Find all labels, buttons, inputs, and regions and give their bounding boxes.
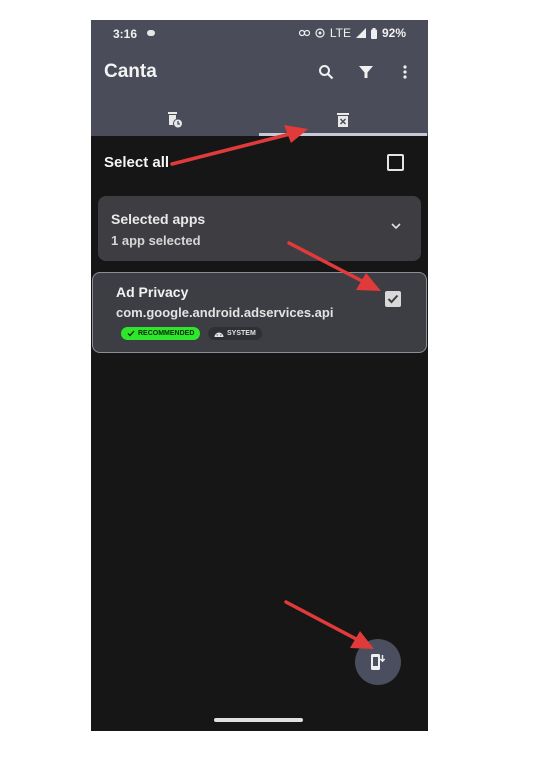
system-badge-label: SYSTEM xyxy=(227,330,256,337)
search-icon[interactable] xyxy=(315,61,337,83)
battery-level: 92% xyxy=(381,26,406,40)
selected-apps-title: Selected apps xyxy=(111,211,206,227)
phone-download-icon xyxy=(371,654,386,670)
phone-screen: 3:16 LTE 92% Canta Select all Selected a… xyxy=(91,20,428,731)
network-type: LTE xyxy=(329,26,351,40)
status-bar: 3:16 LTE 92% xyxy=(91,20,428,46)
selected-apps-card[interactable]: Selected apps 1 app selected xyxy=(98,196,421,261)
system-badge: SYSTEM xyxy=(208,327,262,340)
battery-icon xyxy=(370,27,377,39)
uninstall-fab-button[interactable] xyxy=(355,639,401,685)
status-time: 3:16 xyxy=(113,27,138,41)
select-all-checkbox[interactable] xyxy=(387,154,404,171)
app-bar: Canta xyxy=(91,46,428,104)
chevron-down-icon[interactable] xyxy=(391,223,401,230)
select-all-row[interactable]: Select all xyxy=(91,138,428,186)
selected-apps-count: 1 app selected xyxy=(111,233,201,248)
gesture-nav-bar[interactable] xyxy=(214,718,303,722)
recommended-badge-label: RECOMMENDED xyxy=(138,330,195,337)
app-list-item[interactable]: Ad Privacy com.google.android.adservices… xyxy=(92,272,427,353)
link-icon xyxy=(298,29,310,37)
status-right: LTE 92% xyxy=(298,26,406,40)
more-vert-icon[interactable] xyxy=(394,61,416,83)
app-checkbox[interactable] xyxy=(385,291,401,307)
app-name: Ad Privacy xyxy=(116,284,189,300)
filter-icon[interactable] xyxy=(355,61,377,83)
trash-x-icon xyxy=(337,113,349,127)
signal-icon xyxy=(355,28,366,38)
recommended-badge: RECOMMENDED xyxy=(121,327,201,340)
app-package: com.google.android.adservices.api xyxy=(116,305,334,320)
check-icon xyxy=(387,294,399,304)
select-all-label: Select all xyxy=(104,154,170,171)
app-title: Canta xyxy=(104,61,157,82)
tab-bar xyxy=(91,104,428,136)
hotspot-icon xyxy=(315,28,325,38)
android-icon xyxy=(214,332,224,337)
trash-clock-icon xyxy=(168,112,183,129)
tab-recycle-bin[interactable] xyxy=(91,104,259,136)
check-icon xyxy=(127,330,135,337)
tab-uninstall[interactable] xyxy=(259,104,427,136)
notification-icon xyxy=(147,30,155,36)
